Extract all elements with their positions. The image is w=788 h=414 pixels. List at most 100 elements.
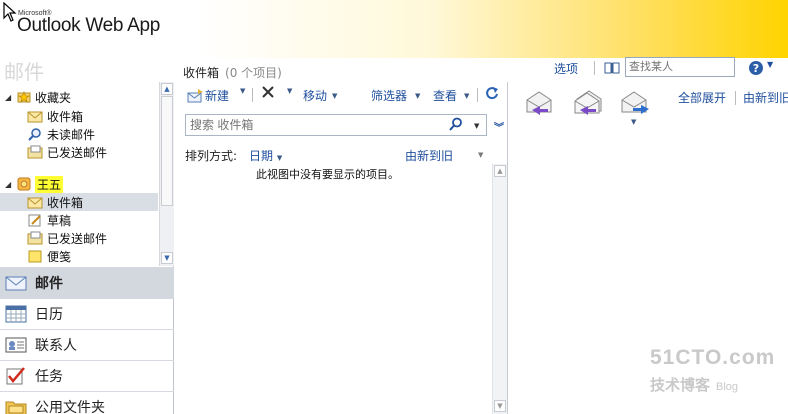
find-someone-input[interactable]	[625, 57, 735, 77]
mailbox-icon	[17, 177, 31, 191]
watermark: 51CTO.com 技术博客 Blog	[650, 346, 776, 394]
tree-item-favorite-inbox[interactable]: 收件箱	[27, 107, 83, 125]
sort-order-button[interactable]: 由新到旧	[405, 147, 453, 164]
nav-item-public-folders[interactable]: 公用文件夹	[0, 391, 174, 414]
nav-item-label: 公用文件夹	[35, 400, 105, 414]
scroll-up-icon[interactable]: ▲	[161, 83, 173, 95]
scroll-down-icon[interactable]: ▼	[161, 252, 173, 264]
left-navigation-pane: ◢ 收藏夹 收件箱 未读邮件 已发送邮件 ◢ 王五 收件箱 草稿 已发送邮件 便…	[0, 82, 174, 414]
svg-text:?: ?	[753, 62, 759, 75]
drafts-icon	[28, 214, 41, 227]
expand-all-link[interactable]: 全部展开	[678, 89, 726, 106]
app-header: Microsoft® Outlook Web App	[0, 0, 788, 58]
search-folder-icon	[28, 128, 41, 141]
mailbox-label: 王五	[35, 175, 64, 193]
refresh-button[interactable]	[485, 86, 499, 100]
mailbox-node[interactable]: ◢ 王五	[5, 175, 64, 193]
tree-item-label: 收件箱	[47, 109, 84, 124]
nav-item-mail[interactable]: 邮件	[0, 267, 174, 298]
watermark-blog-cn: 技术博客	[650, 377, 711, 394]
divider	[594, 61, 595, 75]
tree-item-drafts[interactable]: 草稿	[27, 211, 71, 229]
nav-item-tasks[interactable]: 任务	[0, 360, 174, 391]
inbox-icon	[27, 197, 43, 209]
new-mail-icon	[187, 88, 203, 102]
tree-item-label: 未读邮件	[47, 127, 96, 142]
message-list-scrollbar[interactable]: ▲ ▼	[492, 164, 507, 414]
nav-item-label: 邮件	[35, 276, 63, 292]
options-link[interactable]: 选项	[554, 60, 578, 77]
view-button[interactable]: 查看 ▼	[433, 87, 469, 104]
folder-header: 收件箱 (0 个项目)	[183, 64, 282, 81]
tree-item-label: 已发送邮件	[47, 231, 108, 246]
tree-item-notes[interactable]: 便笺	[27, 247, 71, 265]
folder-tree-scrollbar[interactable]: ▲ ▼	[159, 82, 174, 266]
collapse-triangle-icon[interactable]: ◢	[5, 93, 13, 102]
divider	[735, 91, 736, 105]
help-dropdown-icon[interactable]: ▼	[767, 60, 773, 69]
delete-dropdown-icon[interactable]: ▼	[287, 87, 292, 95]
nav-item-calendar[interactable]: 日历	[0, 298, 174, 329]
nav-item-label: 日历	[35, 307, 63, 323]
sent-items-icon	[27, 231, 43, 245]
filter-label: 筛选器	[371, 89, 408, 103]
tree-item-favorite-sent[interactable]: 已发送邮件	[27, 143, 107, 161]
list-toolbar: 新建 ▼ ▼ 移动 ▼ 筛选器 ▼ 查看 ▼	[178, 82, 508, 109]
search-icon[interactable]	[449, 117, 463, 131]
reply-all-icon[interactable]	[572, 90, 604, 116]
help-icon[interactable]: ?	[748, 60, 764, 76]
forward-dropdown-icon[interactable]: ▼	[631, 118, 636, 126]
message-list-pane: 新建 ▼ ▼ 移动 ▼ 筛选器 ▼ 查看 ▼ 搜索 收件箱 ▼ ︾ 排列方式: …	[178, 82, 508, 414]
favorites-star-icon	[17, 91, 31, 103]
calendar-icon	[5, 305, 27, 323]
scroll-thumb[interactable]	[161, 96, 173, 206]
new-button[interactable]: 新建	[187, 87, 229, 104]
module-nav: 邮件 日历 联系人 任务 公用文件夹	[0, 267, 174, 414]
tree-item-sent[interactable]: 已发送邮件	[27, 229, 107, 247]
nav-item-label: 联系人	[35, 338, 77, 354]
empty-list-message: 此视图中没有要显示的项目。	[256, 168, 399, 181]
tree-item-inbox[interactable]: 收件箱	[0, 193, 158, 211]
new-label: 新建	[205, 89, 230, 103]
watermark-subtitle: 技术博客 Blog	[650, 374, 738, 395]
refresh-icon	[486, 87, 498, 100]
forward-icon[interactable]	[619, 90, 651, 116]
favorites-node[interactable]: ◢ 收藏夹	[5, 88, 71, 106]
mouse-cursor-icon	[3, 2, 17, 22]
public-folders-icon	[5, 401, 27, 414]
collapse-triangle-icon[interactable]: ◢	[5, 180, 13, 189]
sort-field-dropdown[interactable]: 日期 ▼	[249, 147, 282, 164]
nav-item-contacts[interactable]: 联系人	[0, 329, 174, 360]
sort-field-label: 日期	[249, 149, 274, 163]
sort-order-dropdown-icon[interactable]: ▼	[478, 151, 483, 159]
expand-search-icon[interactable]: ︾	[494, 119, 504, 134]
app-title: Outlook Web App	[17, 15, 161, 36]
address-book-icon[interactable]	[604, 61, 620, 75]
sort-label: 排列方式:	[185, 149, 238, 163]
tasks-icon	[6, 367, 25, 385]
divider	[252, 88, 253, 102]
watermark-site: 51CTO.com	[650, 346, 776, 369]
divider	[477, 88, 478, 102]
new-dropdown-icon[interactable]: ▼	[240, 87, 245, 95]
favorites-label: 收藏夹	[35, 90, 72, 105]
tree-item-unread[interactable]: 未读邮件	[27, 125, 95, 143]
scroll-up-icon[interactable]: ▲	[494, 165, 506, 177]
reply-icon[interactable]	[524, 90, 554, 116]
tree-item-label: 已发送邮件	[47, 145, 108, 160]
view-label: 查看	[433, 89, 458, 103]
contacts-icon	[5, 337, 27, 353]
section-title: 邮件	[4, 60, 44, 84]
search-options-dropdown-icon[interactable]: ▼	[474, 122, 479, 130]
watermark-blog: Blog	[716, 381, 739, 393]
scroll-down-icon[interactable]: ▼	[494, 400, 506, 412]
tree-item-label: 收件箱	[47, 195, 84, 210]
nav-item-label: 任务	[35, 369, 63, 385]
search-inbox-input[interactable]	[185, 114, 487, 136]
filter-button[interactable]: 筛选器 ▼	[371, 87, 420, 104]
move-button[interactable]: 移动 ▼	[303, 87, 337, 104]
item-count: (0 个项目)	[225, 66, 282, 80]
folder-tree: ◢ 收藏夹 收件箱 未读邮件 已发送邮件 ◢ 王五 收件箱 草稿 已发送邮件 便…	[0, 82, 159, 266]
conversation-order-link[interactable]: 由新到旧	[743, 89, 788, 106]
delete-button[interactable]	[261, 85, 275, 99]
